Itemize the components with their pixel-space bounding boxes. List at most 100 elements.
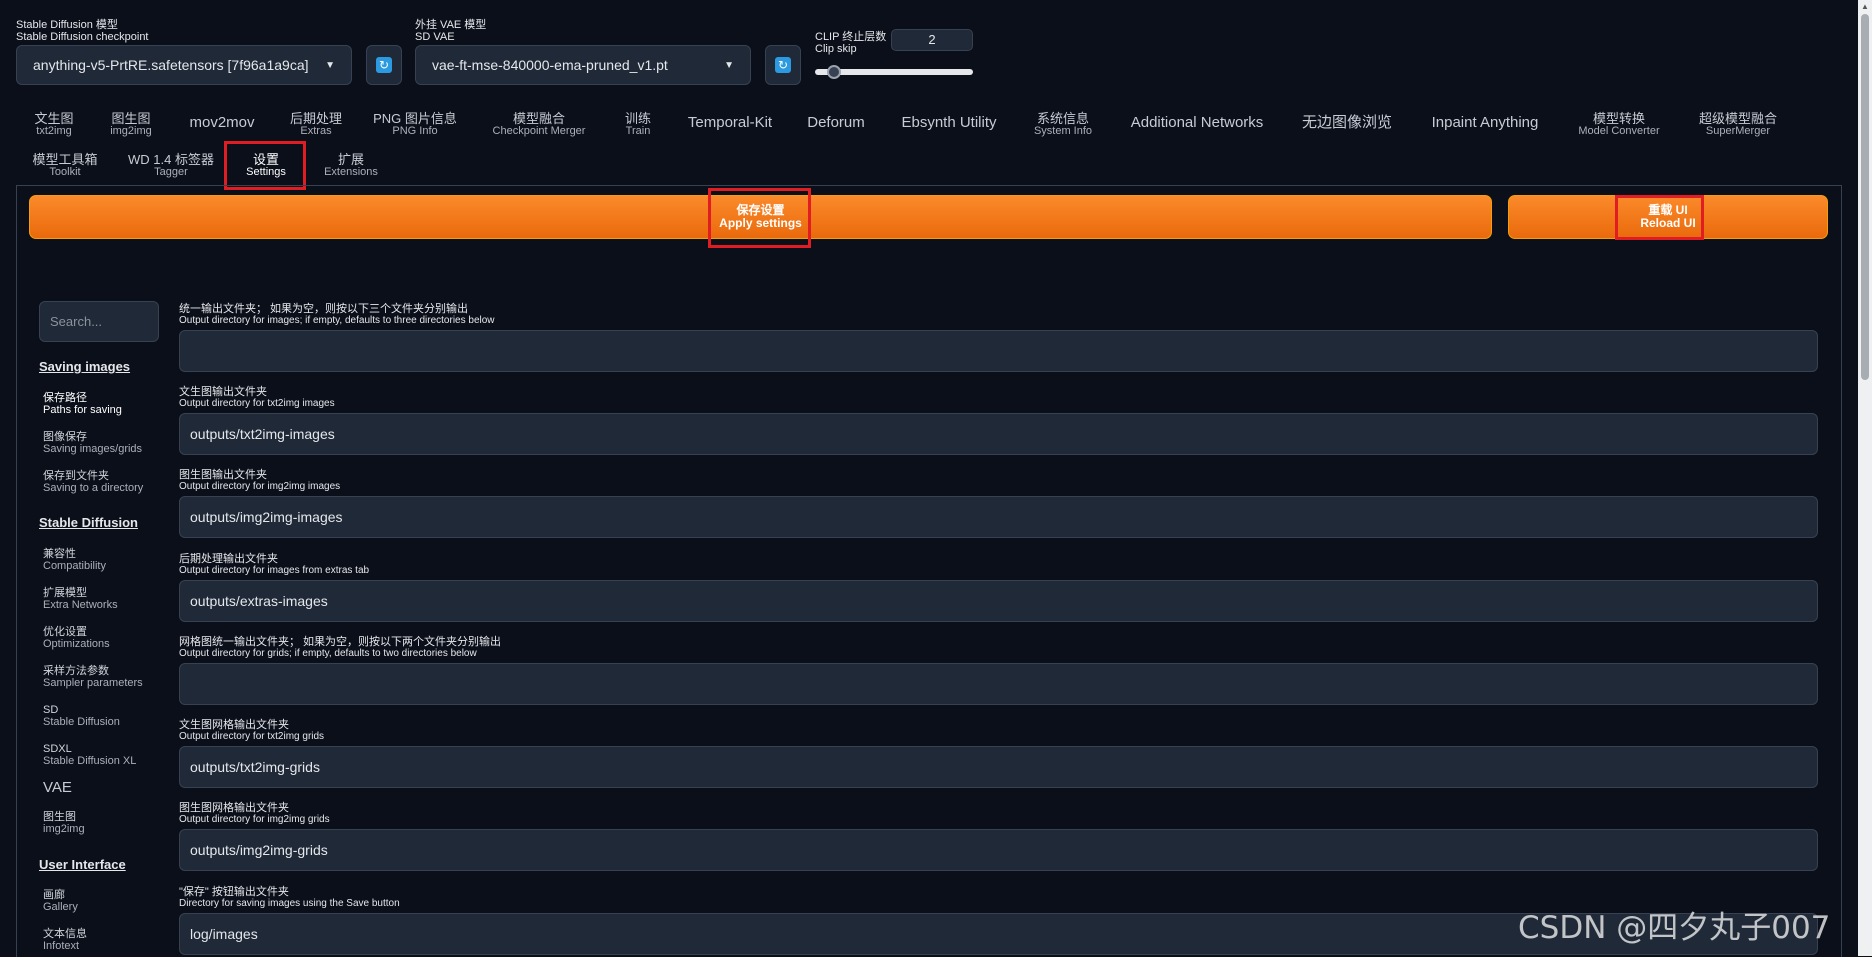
sidebar-section-stable-diffusion[interactable]: Stable Diffusion — [39, 515, 138, 530]
scroll-up-icon[interactable]: ▲ — [1861, 2, 1869, 11]
sidebar-item-6[interactable]: 采样方法参数 Sampler parameters — [43, 665, 143, 689]
sidebar-item-label: 画廊 — [43, 889, 65, 901]
field-label-en: Directory for saving images using the Sa… — [179, 898, 400, 909]
search-placeholder: Search... — [50, 314, 103, 329]
page-scrollbar[interactable]: ▲ — [1858, 0, 1872, 956]
sidebar-section-user-interface[interactable]: User Interface — [39, 857, 126, 872]
tab-label: 超级模型融合 — [1698, 111, 1777, 126]
field-input-0[interactable] — [179, 330, 1818, 372]
sidebar-item-label: 采样方法参数 — [43, 665, 109, 677]
field-label-en: Output directory for img2img grids — [179, 814, 330, 825]
field-label-5: 文生图网格输出文件夹 Output directory for txt2img g… — [179, 719, 324, 742]
apply-settings-highlight — [708, 188, 811, 248]
field-label-en: Output directory for images; if empty, d… — [179, 315, 495, 326]
reload-ui-highlight — [1615, 195, 1704, 240]
field-label-cn: 图生图输出文件夹 — [179, 469, 267, 481]
field-label-cn: 网格图统一输出文件夹； 如果为空，则按以下两个文件夹分别输出 — [179, 636, 502, 648]
scrollbar-thumb[interactable] — [1861, 14, 1869, 380]
sidebar-item-label: 文本信息 — [43, 928, 87, 940]
chevron-down-icon: ▼ — [724, 59, 734, 71]
field-label-cn: 统一输出文件夹； 如果为空，则按以下三个文件夹分别输出 — [179, 303, 469, 315]
field-input-2[interactable]: outputs/img2img-images — [179, 496, 1818, 538]
field-value: outputs/txt2img-images — [190, 426, 335, 442]
clip-skip-slider-handle[interactable] — [826, 65, 841, 79]
field-label-en: Output directory for grids; if empty, de… — [179, 648, 477, 659]
sidebar-item-9[interactable]: 图生图 img2img — [43, 811, 85, 835]
field-label-en: Output directory for images from extras … — [179, 565, 370, 576]
sidebar-item-5[interactable]: 优化设置 Optimizations — [43, 626, 110, 650]
field-label-cn: 图生图网格输出文件夹 — [179, 802, 289, 814]
clip-skip-input[interactable]: 2 — [891, 29, 973, 51]
sidebar-item-4[interactable]: 扩展模型 Extra Networks — [43, 587, 118, 611]
settings-tab-highlight — [224, 141, 306, 190]
sidebar-item-2[interactable]: 保存到文件夹 Saving to a directory — [43, 470, 143, 494]
sidebar-item-10[interactable]: 画廊 Gallery — [43, 889, 78, 913]
sidebar-item-vae[interactable]: VAE — [43, 779, 72, 796]
checkpoint-label: Stable Diffusion 模型 Stable Diffusion che… — [16, 19, 149, 43]
field-input-3[interactable]: outputs/extras-images — [179, 580, 1818, 622]
field-label-en: Output directory for txt2img images — [179, 398, 335, 409]
sidebar-item-sublabel: Stable Diffusion — [43, 716, 120, 728]
checkpoint-dropdown[interactable]: anything-v5-PrtRE.safetensors [7f96a1a9c… — [16, 45, 352, 85]
sidebar-item-3[interactable]: 兼容性 Compatibility — [43, 548, 106, 572]
sidebar-item-sublabel: Paths for saving — [43, 404, 122, 416]
watermark: CSDN @四夕丸子007 — [1518, 910, 1831, 946]
sidebar-item-label: SD — [43, 704, 59, 716]
refresh-checkpoint-button[interactable]: ↻ — [366, 45, 402, 85]
sidebar-item-sublabel: Sampler parameters — [43, 677, 143, 689]
field-input-4[interactable] — [179, 663, 1818, 705]
field-label-1: 文生图输出文件夹 Output directory for txt2img ima… — [179, 386, 335, 409]
field-input-1[interactable]: outputs/txt2img-images — [179, 413, 1818, 455]
sidebar-item-sublabel: Gallery — [43, 901, 78, 913]
field-value: outputs/extras-images — [190, 593, 328, 609]
field-label-7: "保存" 按钮输出文件夹 Directory for saving images … — [179, 886, 400, 909]
tab-sublabel: SuperMerger — [1705, 125, 1771, 137]
sidebar-item-label: 扩展模型 — [43, 587, 87, 599]
field-value: outputs/img2img-grids — [190, 842, 328, 858]
vae-dropdown[interactable]: vae-ft-mse-840000-ema-pruned_v1.pt ▼ — [415, 45, 751, 85]
sidebar-item-7[interactable]: SD Stable Diffusion — [43, 704, 120, 728]
sidebar-item-label: SDXL — [43, 743, 72, 755]
sidebar-item-sublabel: Extra Networks — [43, 599, 118, 611]
sidebar-item-sublabel: Saving to a directory — [43, 482, 144, 494]
sidebar-item-sublabel: Saving images/grids — [43, 443, 143, 455]
field-label-0: 统一输出文件夹； 如果为空，则按以下三个文件夹分别输出 Output direct… — [179, 303, 495, 326]
field-input-6[interactable]: outputs/img2img-grids — [179, 829, 1818, 871]
sidebar-item-label: 图像保存 — [43, 431, 87, 443]
field-label-en: Output directory for txt2img grids — [179, 731, 325, 742]
sidebar-section-saving-images[interactable]: Saving images — [39, 359, 130, 374]
sidebar-item-label: 兼容性 — [43, 548, 76, 560]
sidebar-item-8[interactable]: SDXL Stable Diffusion XL — [43, 743, 136, 767]
sidebar-item-sublabel: Optimizations — [43, 638, 110, 650]
vae-label: 外挂 VAE 模型 SD VAE — [415, 19, 487, 43]
sidebar-item-1[interactable]: 图像保存 Saving images/grids — [43, 431, 142, 455]
field-value: outputs/img2img-images — [190, 509, 343, 525]
field-label-4: 网格图统一输出文件夹； 如果为空，则按以下两个文件夹分别输出 Output dir… — [179, 636, 501, 659]
refresh-icon: ↻ — [775, 57, 791, 73]
sidebar-item-11[interactable]: 文本信息 Infotext — [43, 928, 87, 952]
clip-skip-label: CLIP 终止层数 Clip skip — [815, 31, 887, 55]
sidebar-item-label: 保存路径 — [43, 392, 87, 404]
refresh-vae-button[interactable]: ↻ — [765, 45, 801, 85]
field-label-cn: 文生图输出文件夹 — [179, 386, 267, 398]
sidebar-item-sublabel: Compatibility — [43, 560, 106, 572]
tab-15[interactable]: 超级模型融合 SuperMerger — [1648, 112, 1828, 137]
sidebar-item-label: 优化设置 — [43, 626, 87, 638]
checkpoint-value: anything-v5-PrtRE.safetensors [7f96a1a9c… — [33, 57, 309, 73]
field-label-cn: "保存" 按钮输出文件夹 — [179, 886, 289, 898]
field-value: log/images — [190, 926, 258, 942]
sidebar-item-sublabel: img2img — [43, 823, 85, 835]
sidebar-item-0[interactable]: 保存路径 Paths for saving — [43, 392, 122, 416]
field-value: outputs/txt2img-grids — [190, 759, 320, 775]
sidebar-item-sublabel: Infotext — [43, 940, 80, 952]
refresh-icon: ↻ — [376, 57, 392, 73]
settings-search-input[interactable]: Search... — [39, 301, 159, 342]
sidebar-item-label: 保存到文件夹 — [43, 470, 109, 482]
field-label-en: Output directory for img2img images — [179, 481, 341, 492]
field-label-3: 后期处理输出文件夹 Output directory for images fro… — [179, 553, 369, 576]
sidebar-item-sublabel: Stable Diffusion XL — [43, 755, 137, 767]
field-label-cn: 文生图网格输出文件夹 — [179, 719, 289, 731]
sidebar-item-label: 图生图 — [43, 811, 76, 823]
field-label-6: 图生图网格输出文件夹 Output directory for img2img g… — [179, 802, 330, 825]
field-input-5[interactable]: outputs/txt2img-grids — [179, 746, 1818, 788]
